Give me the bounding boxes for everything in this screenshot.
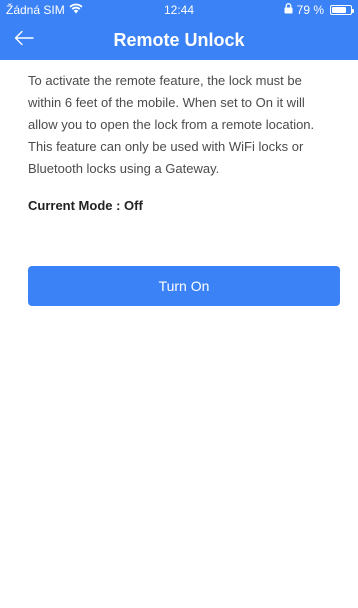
orientation-lock-icon: [284, 0, 293, 20]
battery-icon: [330, 5, 354, 15]
turn-on-button[interactable]: Turn On: [28, 266, 340, 306]
remote-unlock-description: To activate the remote feature, the lock…: [28, 73, 315, 176]
nav-bar: Remote Unlock: [0, 20, 358, 60]
page-title: Remote Unlock: [113, 30, 245, 50]
battery-fill: [332, 7, 347, 13]
battery-percent: 79 %: [296, 3, 324, 17]
status-bar: Žádná SIM 12:44 79 %: [0, 0, 358, 20]
status-right: 79 %: [284, 0, 354, 20]
main-content: To activate the remote feature, the lock…: [28, 70, 336, 213]
current-mode-label: Current Mode : Off: [28, 198, 143, 213]
app-header: Žádná SIM 12:44 79 % Remote Unlock: [0, 0, 358, 60]
